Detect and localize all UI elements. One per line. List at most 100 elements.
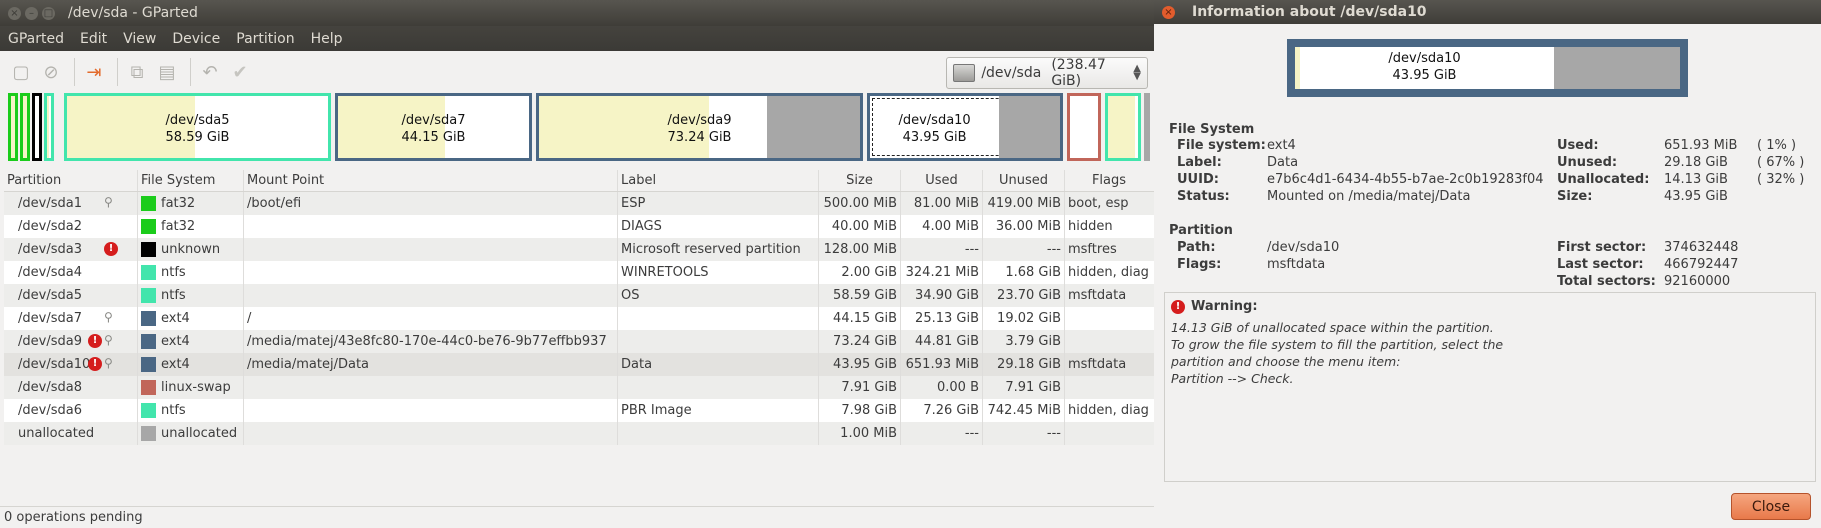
filesystem-cell-text: ntfs — [161, 265, 186, 280]
size-cell: 40.00 MiB — [819, 215, 901, 238]
close-icon[interactable]: × — [8, 6, 21, 20]
table-row[interactable]: /dev/sda7 ⚲ ext4 / 44.15 GiB 25.13 GiB 19.02 G… — [4, 307, 1154, 330]
size-cell-text: 43.95 GiB — [833, 357, 897, 372]
partition-cell: /dev/sda8 — [4, 376, 138, 399]
table-row[interactable]: /dev/sda2 fat32 DIAGS 40.00 MiB 4.00 MiB 36.0… — [4, 215, 1154, 238]
partition-cell: /dev/sda4 — [4, 261, 138, 284]
menu-edit[interactable]: Edit — [72, 31, 115, 47]
usage-field-value: 43.95 GiB — [1664, 189, 1728, 204]
partition-block-sda3[interactable] — [32, 93, 42, 161]
filesystem-cell: fat32 — [138, 215, 244, 238]
partition-block-sda2[interactable] — [20, 93, 30, 161]
copy-icon[interactable]: ⧉ — [124, 59, 150, 85]
close-icon[interactable]: × — [1162, 5, 1175, 19]
device-name: /dev/sda — [981, 65, 1042, 81]
unused-cell: --- — [983, 422, 1065, 445]
table-body: /dev/sda1 ⚲ fat32/boot/efi ESP 500.00 MiB 81.… — [4, 192, 1154, 445]
partition-cell: /dev/sda1 ⚲ — [4, 192, 138, 215]
col-filesystem[interactable]: File System — [138, 170, 244, 191]
table-row[interactable]: /dev/sda10! ⚲ ext4/media/matej/Data Data 43.… — [4, 353, 1154, 376]
apply-icon[interactable]: ✔ — [227, 59, 253, 85]
menu-gparted[interactable]: GParted — [0, 31, 72, 47]
menu-partition[interactable]: Partition — [228, 31, 302, 47]
table-row[interactable]: /dev/sda6 ntfs PBR Image 7.98 GiB 7.26 GiB 74… — [4, 399, 1154, 422]
table-row[interactable]: /dev/sda3! unknown Microsoft reserved part… — [4, 238, 1154, 261]
partition-cell-text: /dev/sda6 — [18, 403, 82, 418]
col-mountpoint[interactable]: Mount Point — [244, 170, 618, 191]
flags-cell-text: boot, esp — [1068, 196, 1129, 211]
used-cell: 324.21 MiB — [901, 261, 983, 284]
partition-block-sda6[interactable] — [1105, 93, 1141, 161]
col-size[interactable]: Size — [819, 170, 901, 191]
filesystem-cell-text: ntfs — [161, 403, 186, 418]
undo-icon[interactable]: ↶ — [197, 59, 223, 85]
partition-table: Partition File System Mount Point Label … — [4, 170, 1154, 445]
delete-partition-icon[interactable]: ⊘ — [38, 59, 64, 85]
fs-field-value: e7b6c4d1-6434-4b55-b7ae-2c0b19283f04 — [1267, 172, 1544, 187]
fs-heading: File System — [1169, 122, 1255, 137]
new-partition-icon[interactable]: ▢ — [8, 59, 34, 85]
flags-cell — [1065, 376, 1153, 399]
partition-block-sda10-selected[interactable]: /dev/sda10 43.95 GiB — [867, 93, 1063, 161]
minimize-icon[interactable]: – — [25, 6, 38, 20]
used-cell-text: 0.00 B — [937, 380, 979, 395]
used-cell-text: 651.93 MiB — [905, 357, 979, 372]
filesystem-cell-text: ext4 — [161, 357, 190, 372]
maximize-icon[interactable]: □ — [42, 6, 55, 20]
col-unused[interactable]: Unused — [983, 170, 1065, 191]
menu-view[interactable]: View — [115, 31, 164, 47]
label-cell-text: Microsoft reserved partition — [621, 242, 801, 257]
flags-cell-text: msftdata — [1068, 288, 1127, 303]
disk-map: /dev/sda5 58.59 GiB /dev/sda7 44.15 GiB /d… — [8, 93, 1150, 165]
used-cell-text: --- — [964, 426, 979, 441]
table-row[interactable]: /dev/sda5 ntfs OS 58.59 GiB 34.90 GiB 23.70 G… — [4, 284, 1154, 307]
partition-field-value: msftdata — [1267, 257, 1326, 272]
size-cell: 44.15 GiB — [819, 307, 901, 330]
col-partition[interactable]: Partition — [4, 170, 138, 191]
partition-block-sda7[interactable]: /dev/sda7 44.15 GiB — [335, 93, 532, 161]
device-selector[interactable]: /dev/sda (238.47 GiB) ▲ ▼ — [946, 57, 1148, 89]
partition-cell-text: /dev/sda9 — [18, 334, 82, 349]
main-titlebar: × – □ /dev/sda - GParted — [0, 0, 1154, 26]
table-row[interactable]: /dev/sda4 ntfs WINRETOOLS 2.00 GiB 324.21 Mi… — [4, 261, 1154, 284]
flags-cell-text: hidden, diag — [1068, 265, 1149, 280]
filesystem-cell: fat32 — [138, 192, 244, 215]
table-row[interactable]: /dev/sda8 linux-swap 7.91 GiB 0.00 B 7.91 Gi… — [4, 376, 1154, 399]
menu-device[interactable]: Device — [164, 31, 228, 47]
size-cell: 1.00 MiB — [819, 422, 901, 445]
fs-color-swatch — [141, 380, 156, 395]
fs-color-swatch — [141, 219, 156, 234]
partition-block-unallocated[interactable] — [1144, 93, 1150, 161]
mountpoint-cell — [244, 238, 618, 261]
sector-field-label: First sector: — [1557, 240, 1647, 255]
flags-cell — [1065, 330, 1153, 353]
partition-block-sda4[interactable] — [44, 93, 54, 161]
resize-move-icon[interactable]: ⇥ — [81, 59, 107, 85]
unused-cell: 19.02 GiB — [983, 307, 1065, 330]
gparted-main-window: × – □ /dev/sda - GParted GParted Edit Vi… — [0, 0, 1154, 528]
used-cell: 7.26 GiB — [901, 399, 983, 422]
table-row[interactable]: unallocated unallocated 1.00 MiB --- --- — [4, 422, 1154, 445]
fs-field-label: Status: — [1177, 189, 1230, 204]
partition-block-sda9[interactable]: /dev/sda9 73.24 GiB — [536, 93, 863, 161]
warning-text: 14.13 GiB of unallocated space within th… — [1171, 320, 1504, 386]
menu-help[interactable]: Help — [303, 31, 351, 47]
dialog-title: Information about /dev/sda10 — [1192, 4, 1427, 20]
filesystem-cell-text: ntfs — [161, 288, 186, 303]
col-label[interactable]: Label — [618, 170, 819, 191]
table-row[interactable]: /dev/sda1 ⚲ fat32/boot/efi ESP 500.00 MiB 81.… — [4, 192, 1154, 215]
col-used[interactable]: Used — [901, 170, 983, 191]
paste-icon[interactable]: ▤ — [154, 59, 180, 85]
status-text: 0 operations pending — [4, 510, 143, 525]
flags-cell: hidden, diag — [1065, 399, 1153, 422]
mountpoint-cell: /media/matej/Data — [244, 353, 618, 376]
used-cell: --- — [901, 238, 983, 261]
table-row[interactable]: /dev/sda9! ⚲ ext4/media/matej/43e8fc80-170… — [4, 330, 1154, 353]
flags-cell-text: hidden — [1068, 219, 1113, 234]
partition-block-sda1[interactable] — [8, 93, 18, 161]
mountpoint-cell — [244, 261, 618, 284]
partition-block-sda8[interactable] — [1067, 93, 1101, 161]
partition-block-sda5[interactable]: /dev/sda5 58.59 GiB — [64, 93, 331, 161]
close-button[interactable]: Close — [1731, 493, 1811, 520]
col-flags[interactable]: Flags — [1065, 170, 1153, 191]
